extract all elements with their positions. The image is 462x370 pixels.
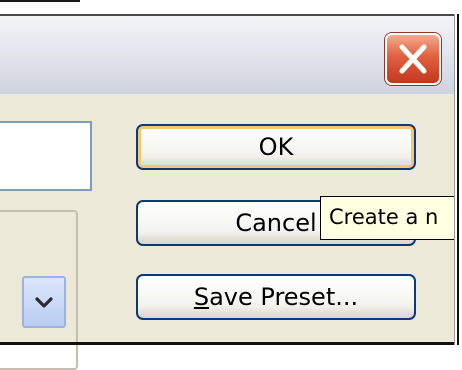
title-bar: [0, 14, 462, 94]
tooltip: Create a n: [320, 196, 462, 240]
top-strip: [0, 0, 462, 14]
tooltip-text: Create a n: [329, 205, 439, 229]
window-right-frame: [454, 14, 462, 345]
text-input[interactable]: [0, 121, 92, 191]
chevron-down-icon: [35, 297, 53, 308]
dialog-window: OK Cancel Save Preset... Create a n: [0, 14, 462, 370]
ok-button-label: OK: [258, 133, 294, 161]
save-preset-label: ave Preset...: [209, 283, 359, 311]
save-preset-button[interactable]: Save Preset...: [136, 274, 416, 320]
top-edge-line: [0, 0, 80, 2]
ok-button[interactable]: OK: [136, 124, 416, 170]
window-right-edge: [457, 14, 459, 345]
dropdown-button[interactable]: [22, 276, 66, 328]
close-x-icon: [399, 44, 427, 74]
save-preset-mnemonic: S: [193, 283, 210, 311]
cancel-button-label: Cancel: [235, 209, 317, 237]
close-button[interactable]: [385, 33, 441, 85]
